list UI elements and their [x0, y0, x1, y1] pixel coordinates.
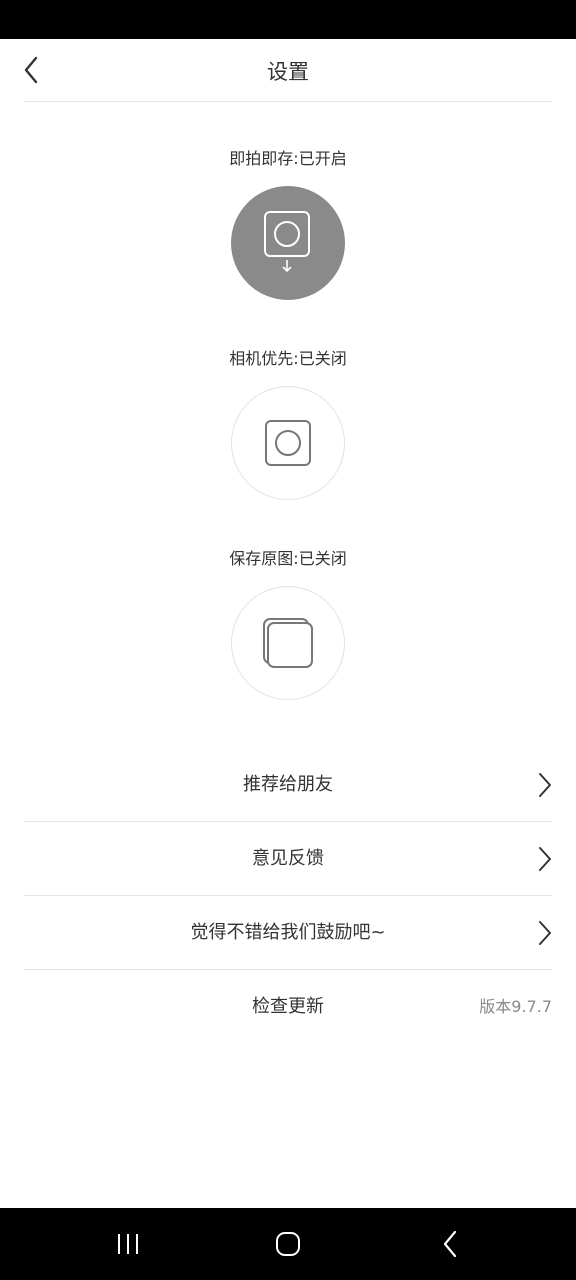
menu-item-rate-us[interactable]: 觉得不错给我们鼓励吧~: [24, 896, 552, 970]
original-image-icon: [263, 618, 313, 668]
camera-priority-toggle-section: 相机优先:已关闭: [0, 347, 576, 500]
camera-priority-icon: [265, 420, 311, 466]
save-original-toggle-section: 保存原图:已关闭: [0, 547, 576, 700]
instant-save-toggle[interactable]: [231, 186, 345, 300]
home-button[interactable]: [270, 1226, 306, 1262]
camera-priority-toggle[interactable]: [231, 386, 345, 500]
version-label: 版本9.7.7: [479, 997, 552, 1016]
menu-item-recommend[interactable]: 推荐给朋友: [24, 748, 552, 822]
menu-item-label: 意见反馈: [252, 848, 324, 869]
menu-item-label: 觉得不错给我们鼓励吧~: [190, 922, 386, 943]
recents-button[interactable]: [110, 1226, 146, 1262]
chevron-right-icon: [539, 847, 551, 871]
menu-item-label: 检查更新: [252, 996, 324, 1017]
instant-save-toggle-section: 即拍即存:已开启: [0, 147, 576, 300]
chevron-right-icon: [539, 773, 551, 797]
recents-icon: [118, 1234, 138, 1254]
back-icon: [443, 1230, 457, 1258]
save-original-label: 保存原图:已关闭: [229, 549, 347, 568]
chevron-right-icon: [539, 921, 551, 945]
menu-item-feedback[interactable]: 意见反馈: [24, 822, 552, 896]
settings-menu: 推荐给朋友 意见反馈 觉得不错给我们鼓励吧~ 检查更新 版本9.7.7: [24, 748, 552, 1043]
menu-item-check-update[interactable]: 检查更新 版本9.7.7: [24, 970, 552, 1043]
instant-save-label: 即拍即存:已开启: [229, 149, 347, 168]
save-original-toggle[interactable]: [231, 586, 345, 700]
system-nav-bar: [0, 1208, 576, 1280]
header: 设置: [0, 39, 576, 101]
home-icon: [276, 1232, 300, 1256]
status-bar: [0, 0, 576, 39]
menu-item-label: 推荐给朋友: [243, 774, 333, 795]
camera-priority-label: 相机优先:已关闭: [229, 349, 347, 368]
instant-save-icon: [264, 211, 310, 273]
page-title: 设置: [267, 60, 309, 84]
header-divider: [24, 101, 552, 102]
system-back-button[interactable]: [432, 1226, 468, 1262]
